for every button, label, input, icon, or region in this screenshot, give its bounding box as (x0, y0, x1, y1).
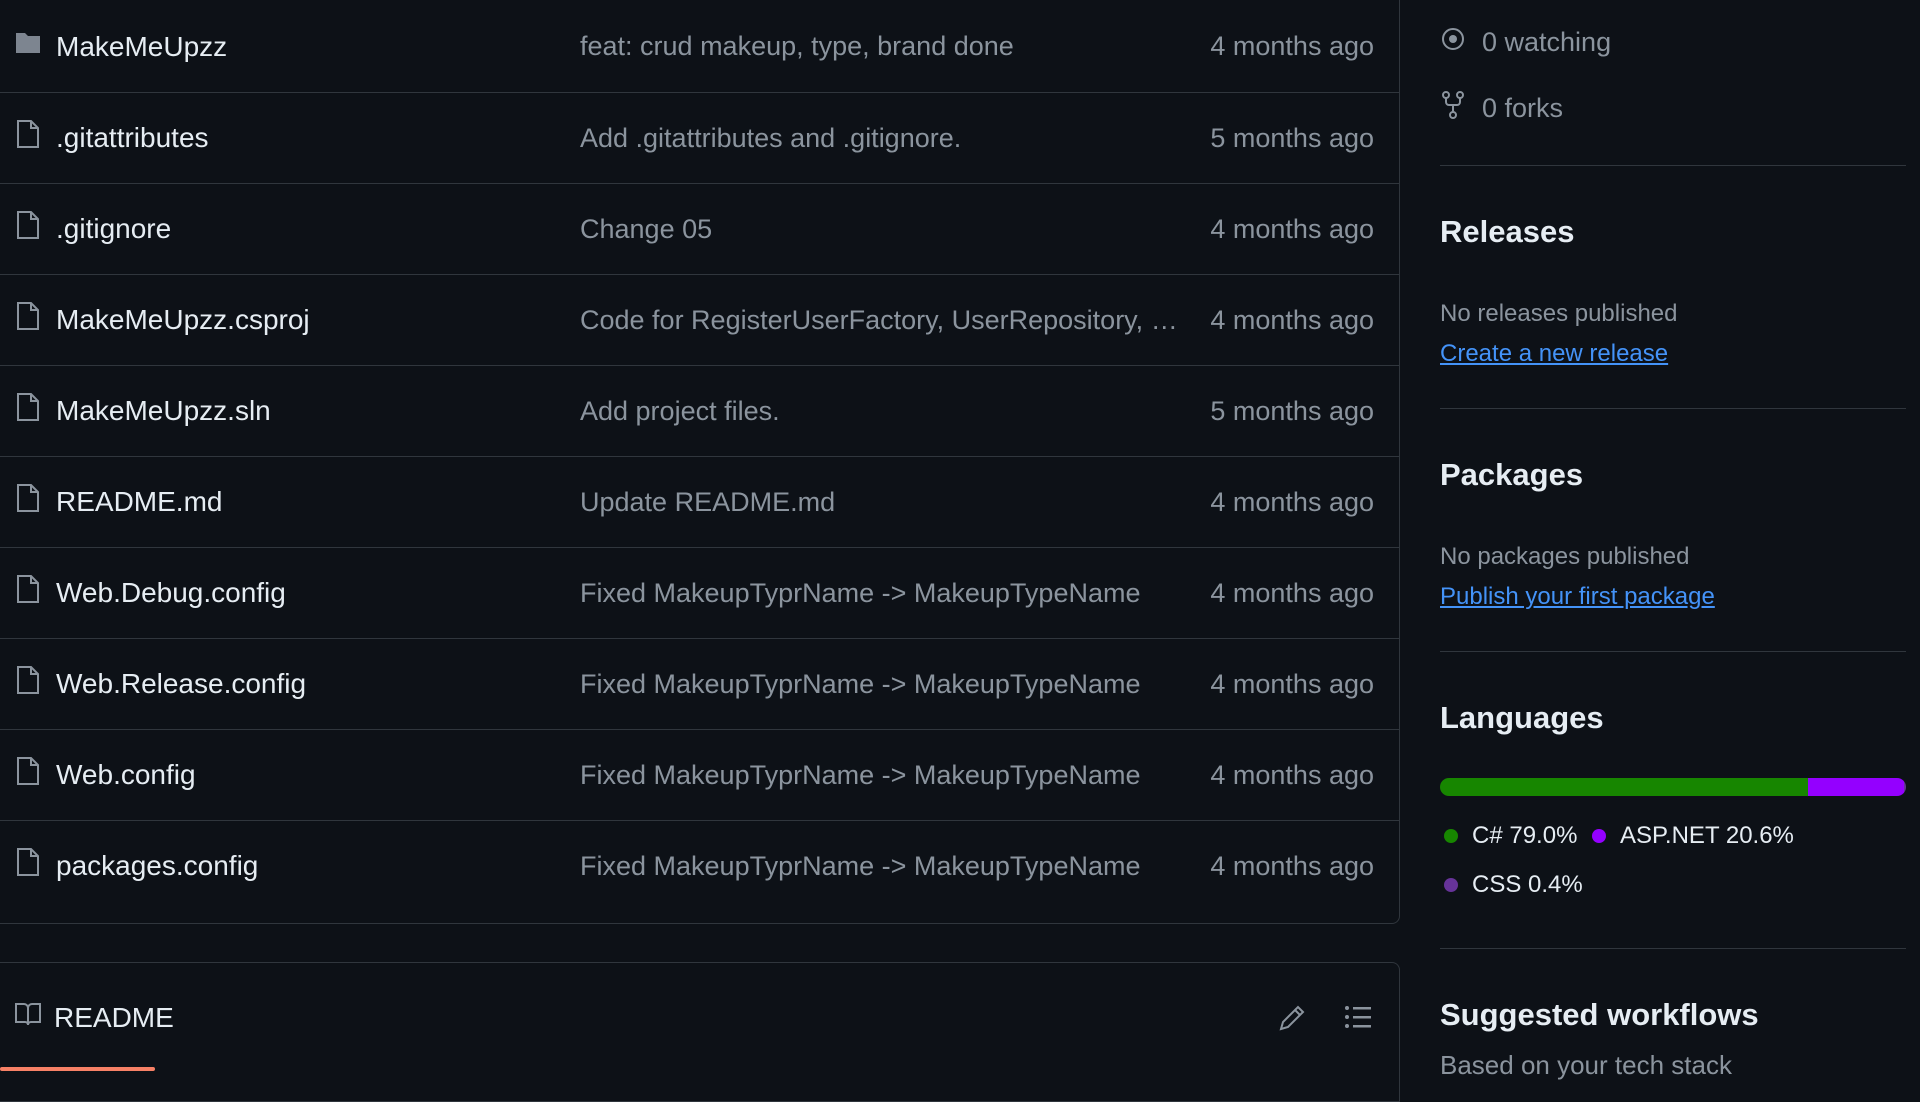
file-name[interactable]: .gitattributes (56, 122, 209, 154)
language-bar-segment-csharp[interactable] (1440, 778, 1809, 796)
publish-package-link[interactable]: Publish your first package (1440, 583, 1715, 611)
readme-tab[interactable]: README (14, 1001, 174, 1034)
watchers-count: 0 watching (1482, 27, 1612, 57)
language-percent: 0.4% (1528, 871, 1583, 898)
commit-date: 4 months ago (1210, 577, 1374, 608)
divider (1440, 948, 1906, 949)
file-list: MakeMeUpzz feat: crud makeup, type, bran… (0, 0, 1400, 924)
language-bar-segment-aspnet[interactable] (1808, 778, 1905, 796)
file-icon (16, 301, 40, 331)
file-row-7[interactable]: Web.Release.config Fixed MakeupTyprName … (0, 638, 1399, 729)
pencil-icon[interactable] (1277, 1001, 1307, 1033)
file-icon (16, 574, 40, 604)
language-bar-segment-css[interactable] (1904, 778, 1906, 796)
file-row-9[interactable]: packages.config Fixed MakeupTyprName -> … (0, 820, 1399, 911)
file-name[interactable]: README.md (56, 486, 222, 518)
file-row-8[interactable]: Web.config Fixed MakeupTyprName -> Makeu… (0, 729, 1399, 820)
list-icon[interactable] (1343, 1001, 1373, 1033)
readme-actions (1277, 1001, 1373, 1033)
active-tab-indicator (0, 1067, 155, 1071)
file-row-1[interactable]: .gitattributes Add .gitattributes and .g… (0, 92, 1399, 183)
file-icon (16, 665, 40, 695)
language-label: C# (1472, 822, 1503, 849)
book-icon (14, 1001, 42, 1034)
file-icon (16, 210, 40, 240)
commit-date: 4 months ago (1210, 486, 1374, 517)
releases-empty-text: No releases published (1440, 300, 1678, 327)
packages-empty-text: No packages published (1440, 543, 1690, 570)
commit-date: 4 months ago (1210, 850, 1374, 881)
eye-icon (1440, 26, 1466, 59)
divider (1440, 165, 1906, 166)
commit-message[interactable]: Fixed MakeupTyprName -> MakeupTypeName (580, 760, 1141, 791)
file-icon (16, 392, 40, 422)
commit-message[interactable]: Add .gitattributes and .gitignore. (580, 123, 961, 154)
file-name[interactable]: Web.Debug.config (56, 577, 286, 609)
forks-count: 0 forks (1482, 93, 1564, 123)
divider (1440, 408, 1906, 409)
commit-date: 4 months ago (1210, 668, 1374, 699)
file-icon (16, 756, 40, 786)
file-icon (16, 847, 40, 877)
forks-link[interactable]: 0 forks (1440, 90, 1563, 127)
commit-message[interactable]: Change 05 (580, 214, 712, 245)
file-row-4[interactable]: MakeMeUpzz.sln Add project files. 5 mont… (0, 365, 1399, 456)
packages-heading[interactable]: Packages (1440, 457, 1583, 493)
language-percent: 20.6% (1725, 822, 1794, 849)
language-dot (1444, 829, 1458, 843)
commit-date: 4 months ago (1210, 31, 1374, 61)
language-item-css[interactable]: CSS 0.4% (1444, 871, 1583, 899)
folder-icon (16, 27, 40, 57)
commit-message[interactable]: Code for RegisterUserFactory, UserReposi… (580, 305, 1190, 336)
fork-icon (1440, 90, 1466, 127)
suggested-workflows-subtitle: Based on your tech stack (1440, 1050, 1732, 1080)
language-item-csharp[interactable]: C# 79.0% (1444, 822, 1577, 850)
commit-date: 5 months ago (1210, 122, 1374, 153)
languages-heading: Languages (1440, 700, 1604, 735)
file-row-0[interactable]: MakeMeUpzz feat: crud makeup, type, bran… (0, 1, 1399, 92)
commit-date: 4 months ago (1210, 759, 1374, 790)
language-item-aspnet[interactable]: ASP.NET 20.6% (1592, 822, 1794, 850)
commit-message[interactable]: Update README.md (580, 487, 835, 518)
commit-message[interactable]: Fixed MakeupTyprName -> MakeupTypeName (580, 851, 1141, 882)
file-icon (16, 119, 40, 149)
file-name[interactable]: MakeMeUpzz.sln (56, 395, 271, 427)
watchers-link[interactable]: 0 watching (1440, 26, 1611, 59)
repo-sidebar: 0 watching 0 forks Releases No releases … (1440, 0, 1906, 1080)
readme-panel: README (0, 962, 1400, 1102)
language-dot (1592, 829, 1606, 843)
file-name[interactable]: .gitignore (56, 213, 171, 245)
file-name[interactable]: packages.config (56, 850, 258, 882)
file-row-5[interactable]: README.md Update README.md 4 months ago (0, 456, 1399, 547)
file-row-3[interactable]: MakeMeUpzz.csproj Code for RegisterUserF… (0, 274, 1399, 365)
language-label: CSS (1472, 871, 1522, 898)
language-percent: 79.0% (1509, 822, 1578, 849)
file-name[interactable]: MakeMeUpzz.csproj (56, 304, 310, 336)
file-name[interactable]: Web.Release.config (56, 668, 306, 700)
commit-date: 5 months ago (1210, 395, 1374, 426)
divider (1440, 651, 1906, 652)
commit-message[interactable]: Fixed MakeupTyprName -> MakeupTypeName (580, 669, 1141, 700)
file-name[interactable]: MakeMeUpzz (56, 31, 227, 63)
readme-tab-label: README (54, 1001, 174, 1033)
commit-message[interactable]: feat: crud makeup, type, brand done (580, 31, 1014, 62)
releases-heading[interactable]: Releases (1440, 214, 1574, 250)
file-row-6[interactable]: Web.Debug.config Fixed MakeupTyprName ->… (0, 547, 1399, 638)
create-release-link[interactable]: Create a new release (1440, 340, 1668, 368)
commit-date: 4 months ago (1210, 304, 1374, 335)
language-dot (1444, 878, 1458, 892)
suggested-workflows-heading: Suggested workflows (1440, 997, 1759, 1032)
file-icon (16, 483, 40, 513)
language-bar (1440, 778, 1906, 796)
commit-date: 4 months ago (1210, 213, 1374, 244)
language-label: ASP.NET (1620, 822, 1720, 849)
file-name[interactable]: Web.config (56, 759, 196, 791)
commit-message[interactable]: Fixed MakeupTyprName -> MakeupTypeName (580, 578, 1141, 609)
file-row-2[interactable]: .gitignore Change 05 4 months ago (0, 183, 1399, 274)
commit-message[interactable]: Add project files. (580, 396, 780, 427)
